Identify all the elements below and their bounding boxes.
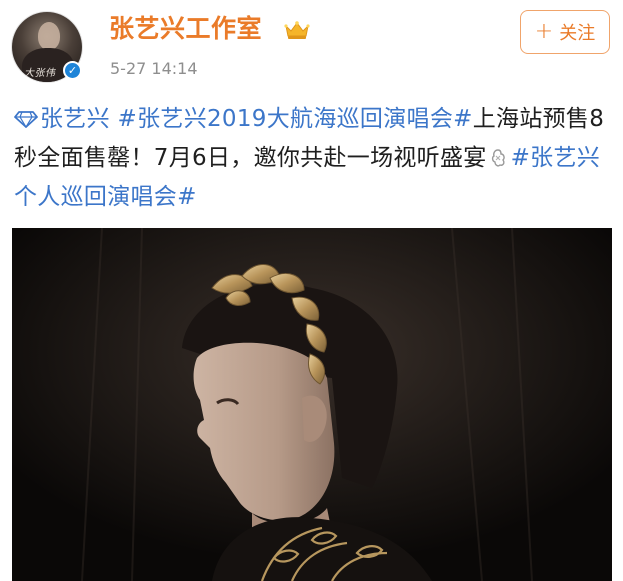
- post-text: 张艺兴 #张艺兴2019大航海巡回演唱会#上海站预售8秒全面售罄！7月6日，邀你…: [14, 100, 614, 217]
- post-timestamp: 5-27 14:14: [110, 59, 198, 78]
- avatar-face: [38, 22, 60, 50]
- post-header: 大张伟 ✓ 张艺兴工作室 5-27 14:14 + 关注: [0, 0, 623, 92]
- follow-label: 关注: [559, 23, 596, 44]
- username[interactable]: 张艺兴工作室: [109, 14, 262, 44]
- crown-icon: [284, 21, 310, 39]
- hashtag-tour-link[interactable]: #张艺兴2019大航海巡回演唱会#: [118, 106, 473, 132]
- diamond-icon: [14, 111, 38, 128]
- avatar-signature: 大张伟: [24, 68, 56, 79]
- mention-link[interactable]: 张艺兴: [40, 106, 110, 132]
- post-image[interactable]: [12, 228, 612, 581]
- verified-icon: ✓: [63, 61, 82, 80]
- plus-icon: +: [534, 19, 554, 44]
- sparkle-icon: [491, 149, 505, 167]
- follow-button[interactable]: + 关注: [520, 10, 610, 54]
- portrait-illustration: [12, 228, 612, 581]
